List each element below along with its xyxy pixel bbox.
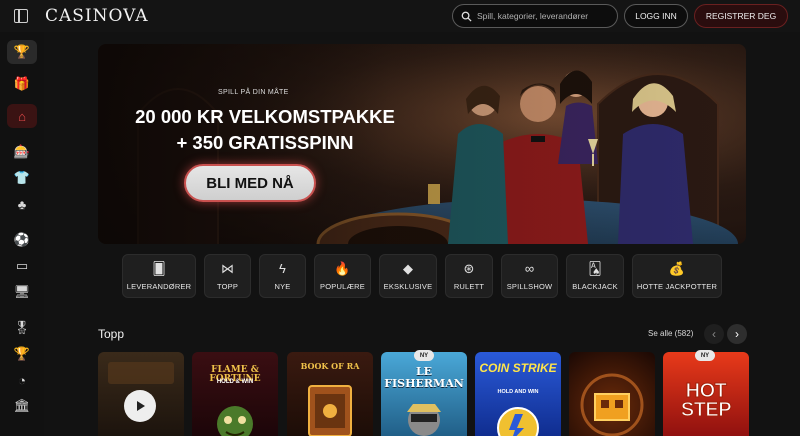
award-icon[interactable]: 🎖 [7,316,37,340]
game-title: HOT STEP [680,380,732,421]
roulette-icon: ⊛ [463,261,475,276]
slot-machine-icon[interactable]: 🎰 [7,140,37,164]
category-label: EKSKLUSIVE [383,282,433,291]
sidebar-toggle-icon[interactable] [14,9,28,23]
login-button[interactable]: LOGG INN [624,4,688,28]
search-field[interactable] [452,4,618,28]
carousel-prev-button[interactable]: ‹ [704,324,724,344]
monitor-icon[interactable]: 🖥 [7,280,37,304]
game-tile[interactable]: FLAME & FORTUNE HOLD & WIN [192,352,278,436]
new-badge: NY [695,350,715,361]
category-exclusive[interactable]: ◆ EKSKLUSIVE [379,254,437,298]
search-icon [461,11,472,22]
join-now-button[interactable]: BLI MED NÅ [184,164,316,202]
category-label: TOPP [216,282,239,291]
provider-card-icon: 🂠 [152,261,166,276]
game-art [308,385,352,436]
cup-icon[interactable]: 🏆 [7,342,37,366]
carousel-next-button[interactable]: › [727,324,747,344]
game-art [580,373,644,436]
category-label: RULETT [453,282,485,291]
play-button[interactable] [124,390,156,422]
hero-title-line2: + 350 GRATISSPINN [176,132,354,153]
category-label: NYE [274,282,291,291]
lightning-icon: ϟ [279,261,286,276]
game-tile[interactable]: COIN STRIKE HOLD AND WIN [475,352,561,436]
search-input[interactable] [477,11,617,21]
mask-icon: ∞ [524,261,535,276]
play-icon [137,401,145,411]
trophy-icon[interactable]: 🏆 [7,40,37,64]
register-button[interactable]: REGISTRER DEG [694,4,788,28]
gift-icon[interactable]: 🎁 [7,72,37,96]
sidebar: 🏆 🎁 ⌂ 🎰 👕 ♣ ⚽ ▭ 🖥 🎖 🏆 ◔ 🏛 [0,32,44,436]
hero-banner[interactable]: SPILL PÅ DIN MÅTE 20 000 KR VELKOMSTPAKK… [98,44,746,244]
category-gameshow[interactable]: ∞ SPILLSHOW [501,254,558,298]
game-tile[interactable]: HOT STEP [663,352,749,436]
game-art [497,407,539,436]
soccer-ball-icon[interactable]: ⚽ [7,228,37,252]
casino-icon[interactable]: ⌂ [7,104,37,128]
jackpot-bag-icon: 💰 [668,261,686,276]
category-blackjack[interactable]: 🂡 BLACKJACK [566,254,624,298]
game-title: LE FISHERMAN [384,365,464,390]
flame-icon: 🔥 [334,261,351,276]
clover-icon[interactable]: ♣ [7,192,37,216]
game-tile[interactable]: BOOK OF RA [287,352,373,436]
category-roulette[interactable]: ⊛ RULETT [445,254,493,298]
hero-title-line1: 20 000 KR VELKOMSTPAKKE [135,106,395,127]
section-title: Topp [98,327,125,341]
category-label: POPULÆRE [320,282,365,291]
chevron-left-icon: ‹ [712,327,716,341]
chevron-right-icon: › [735,327,739,341]
category-label: HOTTE JACKPOTTER [636,282,718,291]
game-art [108,362,174,384]
game-title: BOOK OF RA [300,361,360,371]
new-badge: NY [414,350,434,361]
category-new[interactable]: ϟ NYE [259,254,306,298]
category-providers[interactable]: 🂠 LEVERANDØRER [122,254,196,298]
game-subtitle: HOLD AND WIN [497,389,539,395]
game-subtitle: HOLD & WIN [216,379,254,385]
game-art [407,404,441,436]
category-top[interactable]: ⋈ TOPP [204,254,251,298]
see-all-link[interactable]: Se alle (582) [648,329,693,338]
category-popular[interactable]: 🔥 POPULÆRE [314,254,371,298]
live-icon[interactable]: ▭ [7,254,37,278]
logo[interactable]: CASINOVA [45,6,149,26]
category-label: SPILLSHOW [506,282,553,291]
tshirt-icon[interactable]: 👕 [7,166,37,190]
bank-icon[interactable]: 🏛 [7,394,37,418]
cards-icon: 🂡 [588,261,602,276]
top-bar: CASINOVA LOGG INN REGISTRER DEG [0,0,800,32]
hero-kicker: SPILL PÅ DIN MÅTE [218,89,289,96]
pacman-icon[interactable]: ◔ [7,368,37,392]
diamond-icon: ◆ [403,261,413,276]
hero-title: 20 000 KR VELKOMSTPAKKE + 350 GRATISSPIN… [120,104,410,156]
game-art [217,406,253,436]
game-tile[interactable] [98,352,184,436]
category-label: BLACKJACK [572,282,618,291]
game-tile[interactable]: LE FISHERMAN [381,352,467,436]
game-tile[interactable] [569,352,655,436]
category-hot-jackpots[interactable]: 💰 HOTTE JACKPOTTER [632,254,722,298]
category-label: LEVERANDØRER [126,282,192,291]
bowtie-icon: ⋈ [221,261,234,276]
game-title: COIN STRIKE [479,361,557,375]
